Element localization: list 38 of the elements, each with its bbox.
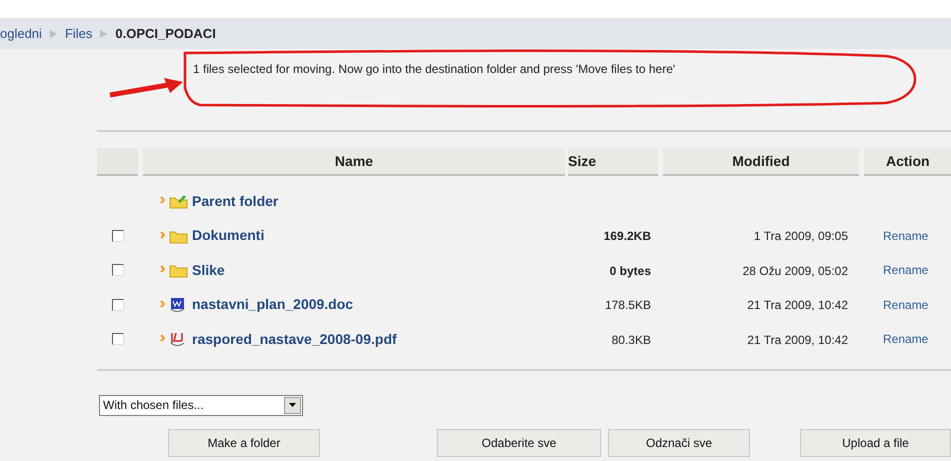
modified-cell: 21 Tra 2009, 10:42 [747,298,848,312]
rename-link[interactable]: Rename [883,261,928,280]
file-link[interactable]: raspored_nastave_2008-09.pdf [192,328,397,350]
modified-cell: 21 Tra 2009, 10:42 [747,332,848,346]
header-cell: Size [568,148,658,176]
rename-link[interactable]: Rename [883,226,928,245]
header-cell: Action [864,148,951,176]
breadcrumb-link[interactable]: Files [64,24,92,44]
action-button[interactable]: Odznači sve [608,428,750,456]
header-cell [97,148,138,176]
checkbox[interactable] [112,298,124,311]
size-cell: 178.5KB [604,298,651,312]
checkbox[interactable] [112,230,124,242]
file-link[interactable]: Dokumenti [192,225,264,246]
size-cell: 0 bytes [610,264,651,278]
parent-folder-icon [160,193,190,210]
bulk-action-select[interactable]: With chosen files... [99,394,303,416]
action-button[interactable]: Make a folder [168,428,320,456]
rename-link[interactable]: Rename [883,296,928,314]
file-link[interactable]: Parent folder [192,190,278,212]
header-cell: Modified [663,148,859,176]
rename-link[interactable]: Rename [883,330,928,348]
modified-cell: 28 Ožu 2009, 05:02 [742,264,848,278]
separator-icon [50,30,57,38]
checkbox[interactable] [112,333,124,346]
checkbox[interactable] [112,264,124,276]
separator-icon [100,30,108,38]
size-cell: 80.3KB [612,332,651,346]
file-link[interactable]: Slike [192,260,225,281]
file-link[interactable]: nastavni_plan_2009.doc [192,294,354,316]
breadcrumb-current: 0.OPCI_PODACI [115,24,216,43]
header-cell: Name [143,148,565,176]
size-cell: 169.2KB [604,229,651,243]
modified-cell: 1 Tra 2009, 09:05 [754,229,848,243]
action-button[interactable]: Upload a file [800,428,951,456]
action-button[interactable]: Odaberite sve [437,428,601,456]
move-message: 1 files selected for moving. Now go into the destination folder and press 'Move files to here' [193,62,676,76]
breadcrumb-link[interactable]: ogledni [0,24,42,44]
